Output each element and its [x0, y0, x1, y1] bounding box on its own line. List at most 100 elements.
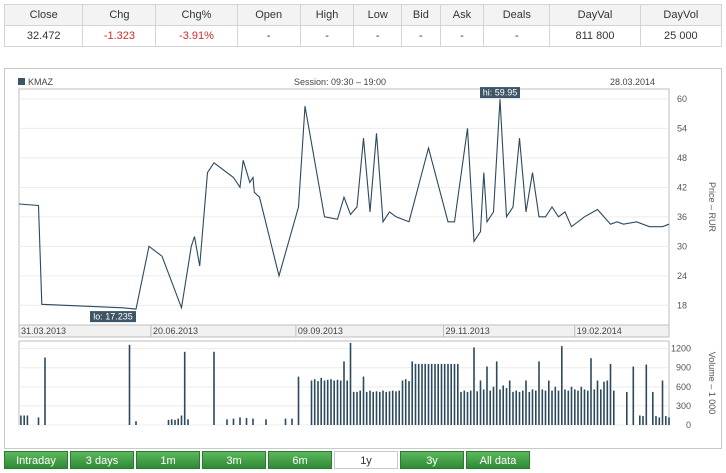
volume-bar — [548, 380, 550, 425]
volume-bar — [326, 379, 329, 425]
value-dayvol: 25 000 — [639, 25, 723, 47]
volume-bar — [226, 419, 228, 425]
value-close: 32.472 — [3, 25, 84, 47]
volume-bar — [382, 390, 384, 425]
volume-bar — [450, 363, 452, 425]
volume-bar — [424, 363, 426, 425]
volume-bar — [554, 386, 557, 425]
date-axis: 31.03.2013 20.06.2013 09.09.2013 29.11.2013… — [18, 324, 670, 338]
volume-bar — [600, 389, 602, 425]
date-label: 19.02.2014 — [577, 326, 622, 336]
quote-value-row: 32.472 -1.323 -3.91% - - - - - - 811 800… — [3, 25, 723, 47]
chart-header: KMAZ Session: 09:30 – 19:00 28.03.2014 — [18, 77, 655, 87]
volume-bar — [658, 417, 661, 425]
volume-bar — [531, 389, 534, 425]
volume-axis-label: Volume – 1 000 — [707, 352, 717, 415]
volume-bar — [486, 366, 488, 425]
volume-bar — [128, 344, 131, 425]
volume-bar — [23, 415, 25, 425]
volume-bar — [655, 416, 657, 425]
volume-bar — [512, 391, 514, 425]
volume-bar — [167, 419, 170, 425]
price-tick-label: 36 — [677, 212, 687, 222]
volume-bar — [343, 361, 345, 425]
volume-bar — [187, 419, 189, 425]
volume-tick-label: 300 — [676, 401, 691, 411]
tab-3days[interactable]: 3 days — [70, 451, 134, 469]
chart-annotations: hi: 59.95 lo: 17.235 — [90, 87, 520, 323]
date-label: 20.06.2013 — [153, 326, 198, 336]
volume-bar — [20, 415, 22, 425]
chart-date: 28.03.2014 — [610, 77, 655, 87]
tab-1m[interactable]: 1m — [136, 451, 200, 469]
col-bid: Bid — [401, 4, 441, 26]
tab-3m[interactable]: 3m — [202, 451, 266, 469]
volume-bar — [239, 417, 241, 425]
volume-tick-label: 600 — [676, 382, 691, 392]
volume-bar — [135, 421, 137, 425]
volume-bar — [330, 379, 332, 425]
price-line — [18, 99, 670, 310]
price-volume-chart[interactable]: KMAZ Session: 09:30 – 19:00 28.03.2014 1… — [5, 69, 721, 448]
volume-bar — [434, 363, 436, 425]
volume-bar — [473, 347, 475, 425]
volume-tick-label: 0 — [686, 420, 691, 430]
tab-intraday[interactable]: Intraday — [4, 451, 68, 469]
volume-bar — [385, 391, 387, 425]
volume-bar — [26, 415, 29, 425]
volume-bar — [482, 389, 485, 425]
volume-bar — [538, 361, 540, 425]
volume-bar — [518, 391, 521, 425]
volume-bar — [379, 391, 381, 425]
value-bid: - — [401, 25, 441, 47]
volume-bar — [174, 419, 176, 425]
col-dayvol: DayVol — [639, 4, 723, 26]
date-label: 31.03.2013 — [21, 326, 66, 336]
volume-bar — [626, 391, 628, 425]
col-high: High — [299, 4, 355, 26]
volume-bar — [499, 389, 501, 425]
volume-bar — [522, 390, 524, 425]
volume-bar — [44, 357, 46, 425]
volume-tick-label: 1200 — [671, 344, 691, 354]
price-tick-label: 30 — [677, 241, 687, 251]
volume-bar — [593, 389, 596, 425]
volume-bar — [535, 390, 537, 425]
price-tick-label: 60 — [677, 94, 687, 104]
volume-bar — [391, 390, 394, 425]
volume-bar — [372, 391, 374, 425]
col-open: Open — [236, 4, 301, 26]
volume-bar — [443, 363, 446, 425]
volume-bar — [587, 390, 589, 425]
volume-bar — [411, 361, 413, 425]
volume-bar — [544, 390, 547, 425]
volume-bar — [440, 363, 443, 425]
tab-all-data[interactable]: All data — [466, 451, 530, 469]
volume-bar — [336, 379, 339, 425]
volume-bar — [349, 342, 352, 425]
tab-3y[interactable]: 3y — [400, 451, 464, 469]
tab-6m[interactable]: 6m — [268, 451, 332, 469]
volume-bar — [346, 380, 348, 425]
volume-bar — [639, 415, 641, 425]
session-label: Session: 09:30 – 19:00 — [294, 77, 386, 87]
volume-bar — [489, 390, 491, 425]
volume-bar — [339, 380, 342, 425]
volume-bar — [567, 390, 570, 425]
volume-bar — [528, 391, 531, 425]
volume-bar — [437, 363, 439, 425]
price-pane-frame — [18, 88, 670, 326]
date-label: 09.09.2013 — [298, 326, 343, 336]
volume-bar — [505, 388, 508, 425]
volume-bar — [642, 416, 644, 425]
volume-bar — [421, 363, 423, 425]
volume-bar — [365, 391, 368, 425]
volume-bar — [580, 386, 583, 425]
volume-bar — [359, 390, 361, 425]
volume-bar — [375, 391, 378, 425]
volume-bar — [590, 358, 592, 425]
price-tick-label: 42 — [677, 182, 687, 192]
tab-1y[interactable]: 1y — [334, 451, 398, 469]
price-tick-label: 24 — [677, 271, 687, 281]
volume-bar — [362, 376, 365, 425]
